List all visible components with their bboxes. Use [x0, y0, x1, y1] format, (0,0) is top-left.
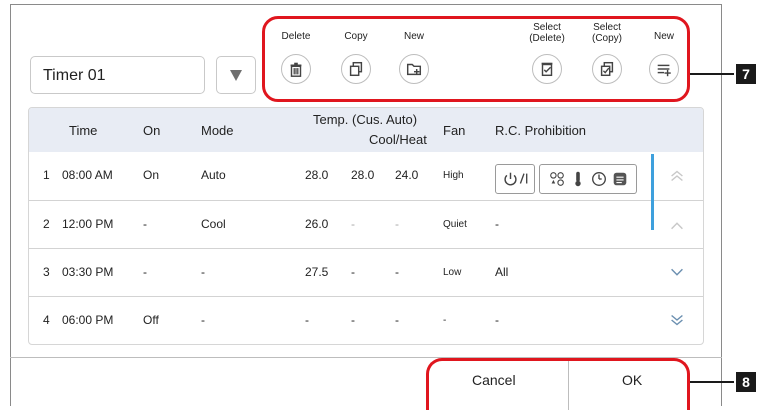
row-fan: Quiet	[443, 219, 467, 230]
scroll-bottom-button[interactable]	[665, 308, 689, 332]
header-on: On	[143, 123, 161, 138]
header-fan: Fan	[443, 123, 466, 138]
mode-temp-timer-prohibition	[539, 164, 637, 194]
row-temp-heat: -	[395, 217, 399, 231]
row-temp-cool: 28.0	[351, 168, 375, 182]
timer-select-field[interactable]: Timer 01	[30, 56, 205, 94]
row-prohibition: -	[495, 313, 499, 327]
row-temp-auto: 27.5	[305, 265, 329, 279]
double-chevron-up-icon	[671, 170, 683, 182]
row-time: 08:00 AM	[62, 168, 113, 182]
chevron-down-icon	[671, 268, 683, 276]
row-number: 2	[43, 217, 50, 231]
row-prohibition: -	[495, 217, 499, 231]
row-mode: -	[201, 265, 205, 279]
row-on: On	[143, 168, 160, 182]
double-chevron-down-icon	[671, 314, 683, 326]
row-number: 4	[43, 313, 50, 327]
row-number: 1	[43, 168, 50, 182]
row-temp-auto: -	[305, 313, 309, 327]
row-mode: Cool	[201, 217, 226, 231]
callout-7-leader	[690, 73, 734, 75]
fan-grid-icon	[613, 172, 626, 186]
row-time: 12:00 PM	[62, 217, 114, 231]
table-row[interactable]: 2 12:00 PM - Cool 26.0 - - Quiet -	[29, 200, 703, 248]
row-prohibition: All	[495, 265, 509, 279]
row-temp-cool: -	[351, 265, 355, 279]
row-temp-heat: -	[395, 313, 399, 327]
timer-icon	[591, 172, 606, 186]
scroll-down-button[interactable]	[665, 260, 689, 284]
row-temp-cool: -	[351, 217, 355, 231]
row-temp-heat: 24.0	[395, 168, 419, 182]
scroll-indicator[interactable]	[651, 154, 654, 230]
table-header: Time On Mode Temp. (Cus. Auto) Cool/Heat…	[29, 108, 703, 152]
thermometer-icon	[574, 171, 581, 187]
row-time: 03:30 PM	[62, 265, 114, 279]
row-mode: -	[201, 313, 205, 327]
row-on: Off	[143, 313, 159, 327]
row-on: -	[143, 217, 147, 231]
row-temp-auto: 28.0	[305, 168, 329, 182]
chevron-up-icon	[671, 222, 683, 230]
row-temp-auto: 26.0	[305, 217, 329, 231]
callout-8-leader	[690, 381, 734, 383]
on-off-icon	[504, 172, 528, 186]
row-fan: -	[443, 315, 447, 326]
table-row[interactable]: 4 06:00 PM Off - - - - - -	[29, 296, 703, 344]
header-cool-heat: Cool/Heat	[369, 132, 427, 147]
header-time: Time	[69, 123, 98, 138]
timer-schedule-table: Time On Mode Temp. (Cus. Auto) Cool/Heat…	[28, 107, 704, 345]
scroll-up-button[interactable]	[665, 214, 689, 238]
header-mode: Mode	[201, 123, 234, 138]
row-number: 3	[43, 265, 50, 279]
row-mode: Auto	[201, 168, 226, 182]
callout-7-tag: 7	[736, 64, 756, 84]
mode-icons	[549, 172, 564, 186]
header-rc-prohibition: R.C. Prohibition	[495, 123, 587, 138]
row-fan: Low	[443, 267, 462, 278]
row-temp-heat: -	[395, 265, 399, 279]
row-1-prohibition-icons	[495, 164, 637, 194]
on-off-prohibition	[495, 164, 535, 194]
row-time: 06:00 PM	[62, 313, 114, 327]
row-fan: High	[443, 170, 464, 181]
scroll-top-button[interactable]	[665, 164, 689, 188]
toolbar-callout-box	[262, 16, 690, 102]
table-row[interactable]: 3 03:30 PM - - 27.5 - - Low All	[29, 248, 703, 296]
row-on: -	[143, 265, 147, 279]
dialog-buttons-callout-box	[426, 358, 690, 410]
row-temp-cool: -	[351, 313, 355, 327]
triangle-down-icon	[230, 69, 242, 81]
timer-dropdown-button[interactable]	[216, 56, 256, 94]
callout-8-tag: 8	[736, 372, 756, 392]
header-temp: Temp. (Cus. Auto)	[313, 112, 418, 127]
